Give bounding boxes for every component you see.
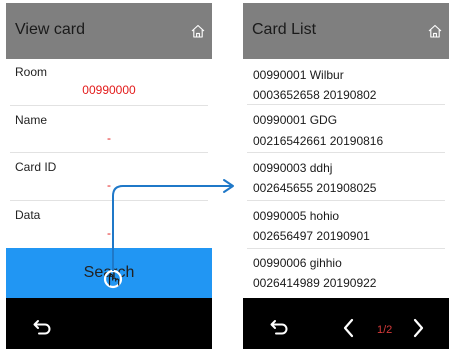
undo-arrow-icon[interactable] <box>269 318 291 336</box>
page-title: View card <box>15 21 85 38</box>
home-icon[interactable] <box>427 23 443 39</box>
card-list-item[interactable]: 00990001 Wilbur 0003652658 20190802 <box>243 60 449 108</box>
card-list-screen: Card List 00990001 Wilbur 0003652658 201… <box>243 3 449 349</box>
view-card-header: View card <box>6 3 212 59</box>
card-list-item[interactable]: 00990001 GDG 00216542661 20190816 <box>243 107 449 155</box>
card-id-date: 0003652658 20190802 <box>253 88 377 102</box>
footer-bar: 1/2 <box>243 298 449 349</box>
room-label: Room <box>15 65 48 79</box>
chevron-right-icon[interactable] <box>411 318 425 338</box>
card-id-date: 0026414989 20190922 <box>253 276 377 290</box>
search-button-label: Search <box>83 264 135 281</box>
card-list-header: Card List <box>243 3 449 59</box>
page-title: Card List <box>252 21 317 38</box>
divider <box>247 104 445 105</box>
name-value: - <box>107 131 111 145</box>
card-room-name: 00990005 hohio <box>253 209 340 223</box>
card-id-label: Card ID <box>15 160 57 174</box>
page-indicator: 1/2 <box>377 324 393 336</box>
divider <box>10 200 208 201</box>
data-label: Data <box>15 208 41 222</box>
card-id-date: 002656497 20190901 <box>253 229 370 243</box>
data-value: - <box>107 226 111 240</box>
divider <box>247 200 445 201</box>
room-value: 00990000 <box>82 83 136 97</box>
card-list-item[interactable]: 00990005 hohio 002656497 20190901 <box>243 203 449 251</box>
card-list-item[interactable]: 00990006 gihhio 0026414989 20190922 <box>243 251 449 299</box>
chevron-left-icon[interactable] <box>342 318 356 338</box>
card-room-name: 00990006 gihhio <box>253 256 342 270</box>
divider <box>10 105 208 106</box>
card-room-name: 00990001 GDG <box>253 113 338 127</box>
card-list-item[interactable]: 00990003 ddhj 002645655 201908025 <box>243 155 449 203</box>
footer-bar <box>6 298 212 349</box>
card-room-name: 00990001 Wilbur <box>253 68 344 82</box>
card-id-date: 00216542661 20190816 <box>253 134 384 148</box>
card-room-name: 00990003 ddhj <box>253 161 333 175</box>
divider <box>247 248 445 249</box>
name-label: Name <box>15 113 48 127</box>
view-card-screen: View card Room 00990000 Name - Card ID -… <box>6 3 212 349</box>
card-id-value: - <box>107 178 111 192</box>
home-icon[interactable] <box>190 23 206 39</box>
divider <box>10 152 208 153</box>
undo-arrow-icon[interactable] <box>32 318 54 336</box>
card-id-date: 002645655 201908025 <box>253 181 377 195</box>
search-button[interactable]: Search <box>6 248 212 298</box>
divider <box>247 152 445 153</box>
